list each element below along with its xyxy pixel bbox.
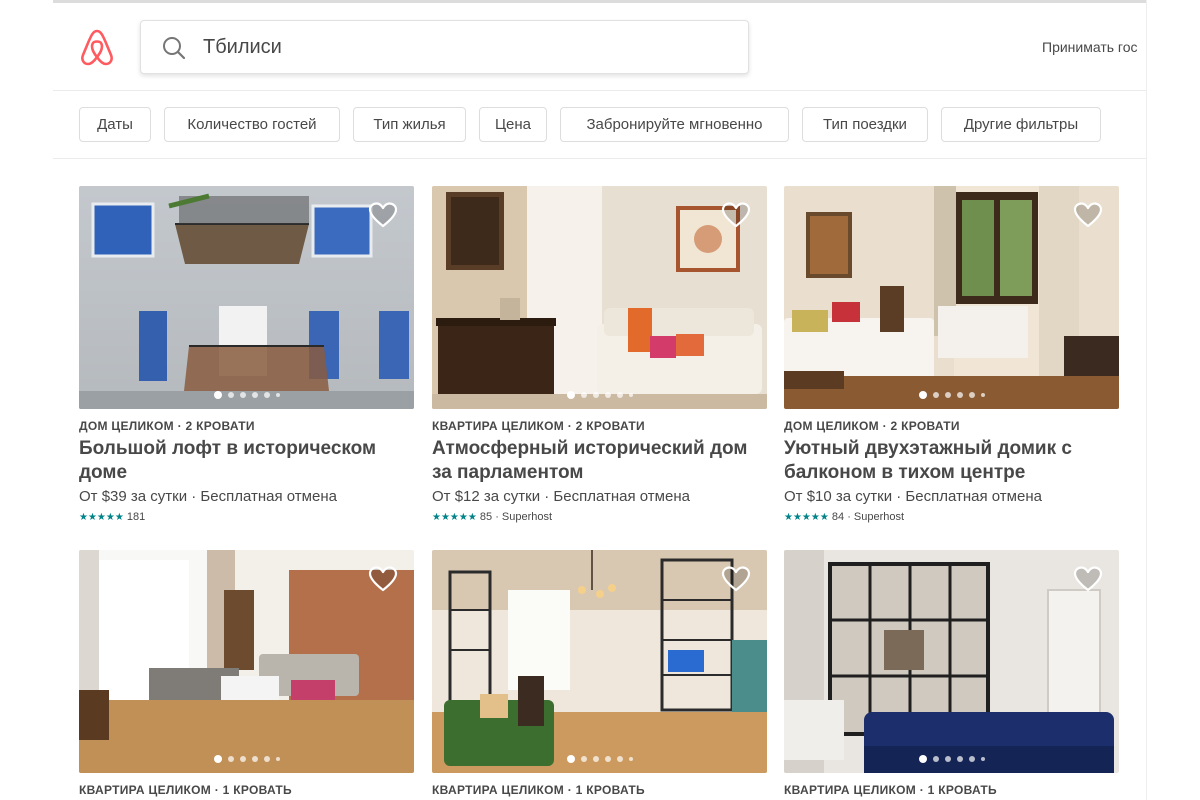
listing-photo[interactable] (79, 550, 414, 773)
listing-rating: ★★★★★ 85 · Superhost (432, 511, 552, 523)
filter-more-button[interactable]: Другие фильтры (941, 107, 1101, 142)
heart-icon[interactable] (721, 565, 751, 593)
review-count: 84 (831, 511, 845, 523)
search-icon (161, 35, 187, 61)
photo-pagination[interactable] (432, 391, 767, 399)
listing-type: КВАРТИРА ЦЕЛИКОМ · 1 КРОВАТЬ (784, 783, 997, 797)
heart-icon[interactable] (368, 565, 398, 593)
listing-price: От $12 за сутки · Бесплатная отмена (432, 488, 690, 505)
rating-stars-icon: ★★★★★ (432, 512, 477, 523)
filter-home-type-button[interactable]: Тип жилья (353, 107, 466, 142)
listing-rating: ★★★★★ 181 (79, 511, 145, 523)
filter-bar: Даты Количество гостей Тип жилья Цена За… (53, 91, 1146, 159)
photo-pagination[interactable] (432, 755, 767, 763)
listing-photo[interactable] (432, 186, 767, 409)
listing-title[interactable]: Уютный двухэтажный домик с балконом в ти… (784, 437, 1119, 485)
heart-icon[interactable] (1073, 201, 1103, 229)
app-window: Принимать гос Даты Количество гостей Тип… (53, 3, 1146, 800)
photo-pagination[interactable] (79, 391, 414, 399)
filter-dates-button[interactable]: Даты (79, 107, 151, 142)
listing-title[interactable]: Большой лофт в историческом доме (79, 437, 414, 485)
listing-type: КВАРТИРА ЦЕЛИКОМ · 2 КРОВАТИ (432, 419, 645, 433)
filter-guests-button[interactable]: Количество гостей (164, 107, 340, 142)
review-count: 181 (126, 511, 146, 523)
listing-price: От $39 за сутки · Бесплатная отмена (79, 488, 337, 505)
listing-type: ДОМ ЦЕЛИКОМ · 2 КРОВАТИ (784, 419, 960, 433)
filter-instant-book-button[interactable]: Забронируйте мгновенно (560, 107, 789, 142)
superhost-badge: · Superhost (495, 511, 553, 523)
listing-type: ДОМ ЦЕЛИКОМ · 2 КРОВАТИ (79, 419, 255, 433)
superhost-badge: · Superhost (847, 511, 905, 523)
listing-type: КВАРТИРА ЦЕЛИКОМ · 1 КРОВАТЬ (79, 783, 292, 797)
listing-title[interactable]: Атмосферный исторический дом за парламен… (432, 437, 767, 485)
search-bar[interactable] (140, 20, 749, 74)
search-input[interactable] (203, 31, 723, 63)
filter-trip-type-button[interactable]: Тип поездки (802, 107, 928, 142)
header-bar: Принимать гос (53, 3, 1146, 91)
listing-photo[interactable] (784, 550, 1119, 773)
listing-type: КВАРТИРА ЦЕЛИКОМ · 1 КРОВАТЬ (432, 783, 645, 797)
listing-photo[interactable] (784, 186, 1119, 409)
review-count: 85 (479, 511, 493, 523)
filter-price-button[interactable]: Цена (479, 107, 547, 142)
heart-icon[interactable] (368, 201, 398, 229)
listing-photo[interactable] (432, 550, 767, 773)
rating-stars-icon: ★★★★★ (784, 512, 829, 523)
photo-pagination[interactable] (79, 755, 414, 763)
become-host-link[interactable]: Принимать гос (1042, 39, 1138, 55)
listing-price: От $10 за сутки · Бесплатная отмена (784, 488, 1042, 505)
rating-stars-icon: ★★★★★ (79, 512, 124, 523)
listing-rating: ★★★★★ 84 · Superhost (784, 511, 904, 523)
left-margin (0, 0, 53, 800)
airbnb-logo[interactable] (79, 27, 115, 67)
photo-pagination[interactable] (784, 755, 1119, 763)
listing-photo[interactable] (79, 186, 414, 409)
scrollbar-track[interactable] (1146, 0, 1200, 800)
heart-icon[interactable] (721, 201, 751, 229)
heart-icon[interactable] (1073, 565, 1103, 593)
photo-pagination[interactable] (784, 391, 1119, 399)
